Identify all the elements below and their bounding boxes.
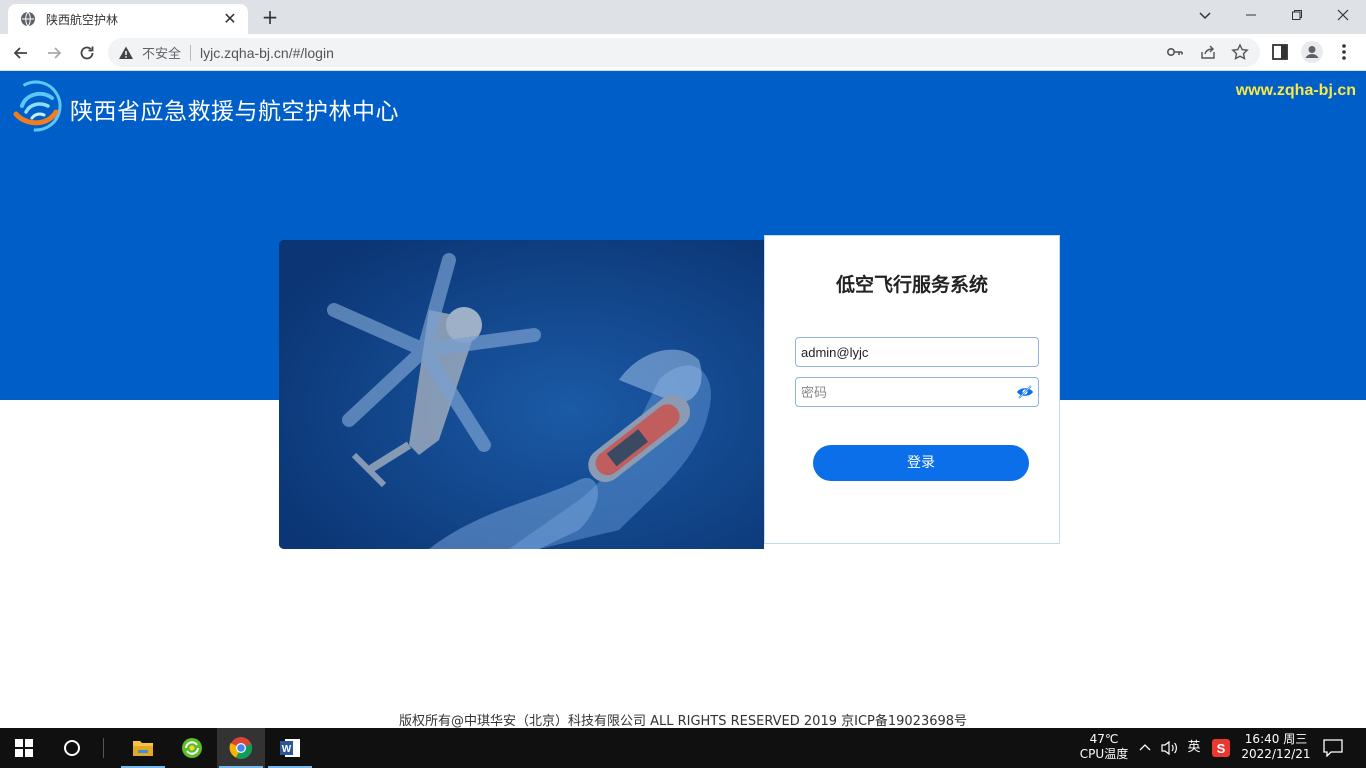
- clock-time: 16:40 周三: [1244, 732, 1308, 746]
- cpu-temperature[interactable]: 47℃ CPU温度: [1076, 732, 1132, 762]
- browser-green-icon[interactable]: [168, 728, 216, 768]
- browser-toolbar: 不安全 lyjc.zqha-bj.cn/#/login: [0, 34, 1366, 71]
- eye-slash-icon[interactable]: [1016, 384, 1034, 400]
- minimize-icon[interactable]: [1228, 0, 1274, 30]
- helicopter-boat-illustration: [279, 240, 764, 549]
- chevron-up-icon[interactable]: [1139, 742, 1151, 754]
- restore-icon[interactable]: [1274, 0, 1320, 30]
- site-title: 陕西省应急救援与航空护林中心: [70, 99, 399, 125]
- chrome-icon[interactable]: [217, 728, 265, 768]
- reload-icon[interactable]: [74, 40, 100, 66]
- warning-icon[interactable]: [118, 45, 134, 61]
- address-bar[interactable]: 不安全 lyjc.zqha-bj.cn/#/login: [108, 38, 1260, 67]
- back-icon[interactable]: [8, 40, 34, 66]
- word-icon[interactable]: W: [266, 728, 314, 768]
- svg-text:W: W: [282, 744, 292, 755]
- login-button[interactable]: 登录: [813, 445, 1029, 481]
- svg-text:S: S: [1217, 741, 1226, 756]
- site-url-link[interactable]: www.zqha-bj.cn: [1236, 82, 1356, 100]
- login-form: 低空飞行服务系统 登录: [764, 235, 1060, 544]
- bookmark-star-icon[interactable]: [1231, 43, 1249, 61]
- close-tab-icon[interactable]: ✕: [222, 11, 238, 27]
- globe-icon: [21, 11, 35, 27]
- forward-icon[interactable]: [41, 40, 67, 66]
- temperature-label: CPU温度: [1079, 747, 1129, 761]
- username-field[interactable]: [795, 337, 1039, 367]
- key-icon[interactable]: [1166, 43, 1184, 61]
- password-input[interactable]: [796, 378, 1006, 406]
- ime-indicator[interactable]: 英: [1184, 740, 1204, 755]
- share-icon[interactable]: [1199, 43, 1217, 61]
- browser-tab[interactable]: 陕西航空护林 ✕: [8, 4, 248, 34]
- username-input[interactable]: [796, 338, 1006, 366]
- file-explorer-icon[interactable]: [119, 728, 167, 768]
- sogou-ime-icon[interactable]: S: [1212, 739, 1230, 757]
- system-clock[interactable]: 16:40 周三 2022/12/21: [1236, 732, 1316, 762]
- tab-search-icon[interactable]: [1182, 0, 1228, 30]
- menu-kebab-icon[interactable]: [1332, 40, 1356, 64]
- temperature-value: 47℃: [1089, 732, 1119, 746]
- windows-taskbar: W 47℃ CPU温度 英 S 16:40 周三 2022/12/21: [0, 728, 1366, 768]
- close-window-icon[interactable]: [1320, 0, 1366, 30]
- search-circle-icon[interactable]: [48, 728, 96, 768]
- new-tab-button[interactable]: +: [258, 6, 282, 30]
- notification-icon[interactable]: [1323, 739, 1343, 757]
- password-field[interactable]: [795, 377, 1039, 407]
- start-windows-icon[interactable]: [0, 728, 48, 768]
- divider: [190, 44, 192, 61]
- speaker-icon[interactable]: [1161, 740, 1179, 756]
- browser-tabstrip: 陕西航空护林 ✕ +: [0, 0, 1366, 34]
- side-panel-icon[interactable]: [1268, 40, 1292, 64]
- url-text[interactable]: lyjc.zqha-bj.cn/#/login: [200, 45, 334, 61]
- login-title: 低空飞行服务系统: [835, 274, 988, 296]
- security-label[interactable]: 不安全: [142, 43, 181, 62]
- clock-date: 2022/12/21: [1241, 747, 1311, 761]
- center-logo: [10, 80, 62, 132]
- taskbar-divider: [103, 738, 104, 758]
- tab-title: 陕西航空护林: [46, 12, 119, 27]
- profile-avatar-icon[interactable]: [1300, 40, 1324, 64]
- copyright-footer: 版权所有@中琪华安（北京）科技有限公司 ALL RIGHTS RESERVED …: [398, 714, 968, 729]
